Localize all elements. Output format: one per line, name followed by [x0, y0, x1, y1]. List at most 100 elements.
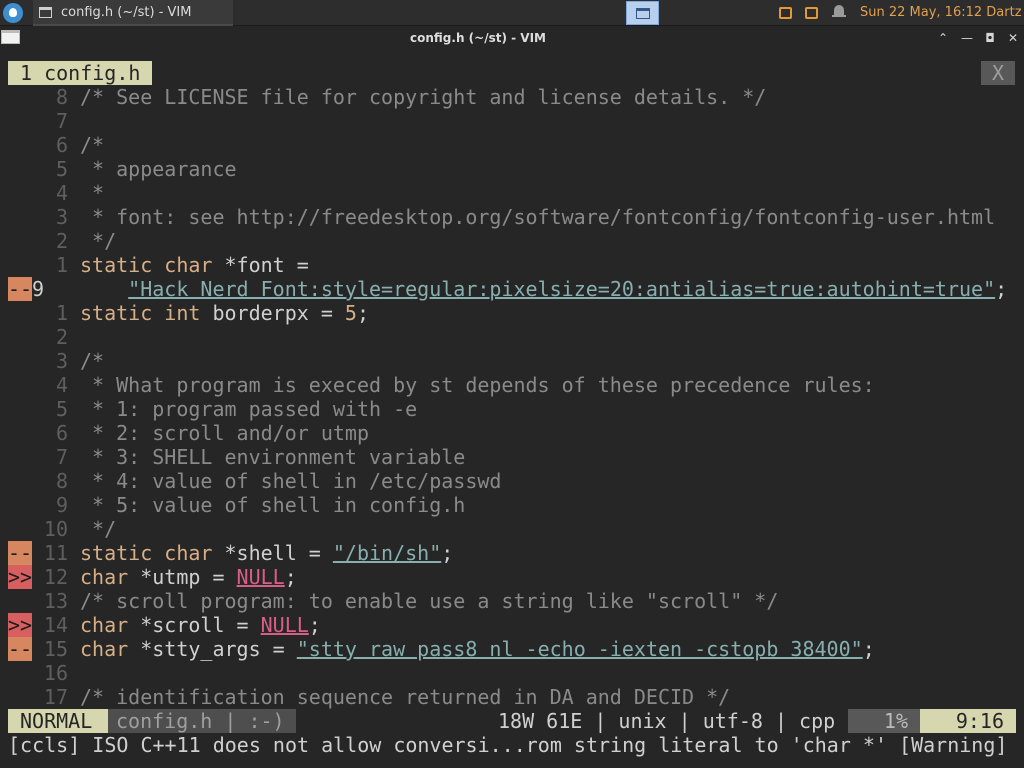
code-text[interactable]: "Hack Nerd Font:style=regular:pixelsize=…	[80, 277, 1007, 301]
line-number: 8	[55, 85, 68, 109]
code-text[interactable]: char *stty_args = "stty raw pass8 nl -ec…	[80, 637, 875, 661]
line-number: 2	[55, 229, 68, 253]
code-token: "Hack Nerd Font:style=regular:pixelsize=…	[128, 277, 996, 301]
modified-sign: --	[8, 277, 33, 301]
code-line[interactable]: 13 /* scroll program: to enable use a str…	[0, 589, 1024, 613]
code-line[interactable]: 2	[0, 325, 1024, 349]
code-text[interactable]: * 3: SHELL environment variable	[80, 445, 465, 469]
code-line[interactable]: 1 static int borderpx = 5;	[0, 301, 1024, 325]
code-text[interactable]: /*	[80, 133, 104, 157]
code-text[interactable]: /*	[80, 349, 104, 373]
line-number: 6	[55, 133, 68, 157]
code-text[interactable]: * font: see http://freedesktop.org/softw…	[80, 205, 995, 229]
line-number: 2	[55, 325, 68, 349]
code-token: /* scroll program: to enable use a strin…	[80, 589, 779, 613]
code-text[interactable]: * 5: value of shell in config.h	[80, 493, 465, 517]
code-token: char	[80, 637, 129, 661]
code-line[interactable]: 8 /* See LICENSE file for copyright and l…	[0, 85, 1024, 109]
code-token: static	[80, 253, 153, 277]
code-line[interactable]: 6 /*	[0, 133, 1024, 157]
code-line[interactable]: 7 * 3: SHELL environment variable	[0, 445, 1024, 469]
error-sign: >>	[8, 613, 33, 637]
taskbar-item-label: config.h (~/st) - VIM	[61, 5, 192, 20]
code-token: char	[164, 541, 213, 565]
code-text[interactable]: * appearance	[80, 157, 237, 181]
code-line[interactable]: 9 * 5: value of shell in config.h	[0, 493, 1024, 517]
code-line[interactable]: 3 /*	[0, 349, 1024, 373]
code-line[interactable]: -- 9 "Hack Nerd Font:style=regular:pixels…	[0, 277, 1024, 301]
code-line[interactable]: 5 * appearance	[0, 157, 1024, 181]
code-token: *scroll =	[128, 613, 261, 637]
code-text[interactable]: * 4: value of shell in /etc/passwd	[80, 469, 501, 493]
code-line[interactable]: 4 *	[0, 181, 1024, 205]
code-line[interactable]: 3 * font: see http://freedesktop.org/sof…	[0, 205, 1024, 229]
line-number: 9	[32, 277, 45, 301]
modified-sign: --	[8, 637, 33, 661]
window-titlebar[interactable]: config.h (~/st) - VIM ⌃ — ◘ ✕	[0, 27, 1024, 49]
code-text[interactable]: * 2: scroll and/or utmp	[80, 421, 369, 445]
close-button[interactable]: ✕	[1004, 29, 1022, 47]
code-token: NULL	[260, 613, 309, 637]
code-text[interactable]: * 1: program passed with -e	[80, 397, 417, 421]
line-number: 5	[55, 397, 68, 421]
code-text[interactable]: static char *shell = "/bin/sh";	[80, 541, 453, 565]
code-text[interactable]: static char *font =	[80, 253, 309, 277]
code-line[interactable]: 17 /* identification sequence returned in…	[0, 685, 1024, 709]
code-text[interactable]: *	[80, 181, 104, 205]
window-icon	[636, 8, 650, 19]
shade-button[interactable]: ⌃	[934, 29, 952, 47]
code-line[interactable]: -- 15 char *stty_args = "stty raw pass8 nl…	[0, 637, 1024, 661]
minimize-button[interactable]: —	[958, 29, 976, 47]
window-title: config.h (~/st) - VIM	[410, 31, 546, 45]
show-desktop-button[interactable]	[626, 1, 659, 25]
code-text[interactable]: /* identification sequence returned in D…	[80, 685, 730, 709]
line-number: 3	[55, 349, 68, 373]
code-token: ;	[308, 613, 321, 637]
code-line[interactable]: 2 */	[0, 229, 1024, 253]
code-text[interactable]: /* scroll program: to enable use a strin…	[80, 589, 778, 613]
notification-bell-icon[interactable]	[832, 5, 846, 20]
code-line[interactable]: 5 * 1: program passed with -e	[0, 397, 1024, 421]
vim-editor[interactable]: 1 config.h X 8 /* See LICENSE file for co…	[0, 49, 1024, 768]
tab-config-h[interactable]: 1 config.h	[8, 61, 152, 85]
code-line[interactable]: 4 * What program is execed by st depends…	[0, 373, 1024, 397]
code-line[interactable]: >> 12 char *utmp = NULL;	[0, 565, 1024, 589]
code-text[interactable]: */	[80, 517, 116, 541]
clock[interactable]: Sun 22 May, 16:12 Dartz	[860, 0, 1022, 25]
code-token: ;	[995, 277, 1008, 301]
code-token: "/bin/sh"	[332, 541, 442, 565]
code-text[interactable]: char *scroll = NULL;	[80, 613, 321, 637]
code-token: *	[80, 181, 105, 205]
code-token: * appearance	[80, 157, 237, 181]
code-token: char	[164, 253, 213, 277]
code-line[interactable]: >> 14 char *scroll = NULL;	[0, 613, 1024, 637]
code-token: ;	[862, 637, 875, 661]
code-text[interactable]: */	[80, 229, 116, 253]
code-token: * 5: value of shell in config.h	[80, 493, 466, 517]
tab-close-button[interactable]: X	[981, 61, 1015, 85]
code-text[interactable]: /* See LICENSE file for copyright and li…	[80, 85, 766, 109]
code-line[interactable]: 8 * 4: value of shell in /etc/passwd	[0, 469, 1024, 493]
cursor-position: 9:16	[920, 709, 1016, 733]
code-token: */	[80, 517, 117, 541]
taskbar-item-vim[interactable]: config.h (~/st) - VIM	[33, 0, 233, 26]
code-text[interactable]: * What program is execed by st depends o…	[80, 373, 875, 397]
code-token: *shell =	[212, 541, 333, 565]
code-line[interactable]: 16	[0, 661, 1024, 685]
code-line[interactable]: -- 11 static char *shell = "/bin/sh";	[0, 541, 1024, 565]
tray-chat-icon[interactable]	[779, 7, 792, 19]
code-text[interactable]: static int borderpx = 5;	[80, 301, 369, 325]
maximize-button[interactable]: ◘	[981, 29, 999, 47]
line-number: 15	[43, 637, 68, 661]
code-line[interactable]: 6 * 2: scroll and/or utmp	[0, 421, 1024, 445]
app-menu-icon[interactable]	[3, 3, 23, 23]
code-line[interactable]: 1 static char *font =	[0, 253, 1024, 277]
code-token: char	[80, 613, 129, 637]
tray-message-icon[interactable]	[805, 7, 818, 19]
code-line[interactable]: 10 */	[0, 517, 1024, 541]
code-text[interactable]: char *utmp = NULL;	[80, 565, 297, 589]
code-line[interactable]: 7	[0, 109, 1024, 133]
